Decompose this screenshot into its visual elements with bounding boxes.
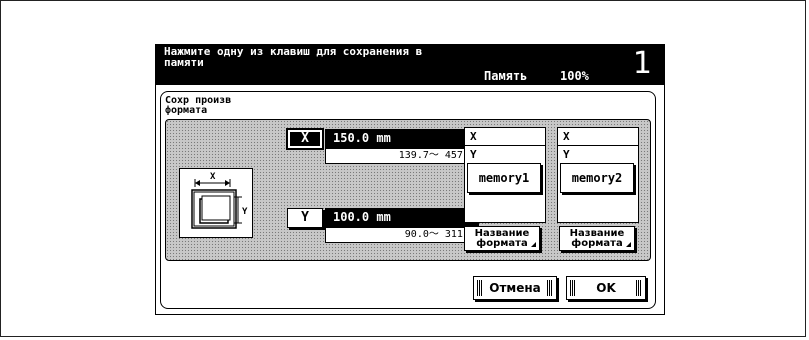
- custom-size-section: Сохр произв формата X Y X 150.0 mm 139.7…: [160, 91, 656, 309]
- memory2-button[interactable]: memory2: [560, 163, 634, 193]
- divider: [465, 145, 545, 146]
- x-value-display: 150.0 mm: [325, 129, 479, 148]
- message-header: Нажмите одну из клавиш для сохранения в …: [156, 45, 664, 85]
- paper-size-diagram-icon: X Y: [179, 168, 253, 238]
- memory-slot-1: X Y memory1: [464, 127, 546, 223]
- instruction-message: Нажмите одну из клавиш для сохранения в …: [164, 45, 423, 69]
- divider: [558, 145, 638, 146]
- section-title: Сохр произв формата: [165, 95, 232, 116]
- y-axis-button[interactable]: Y: [287, 208, 323, 228]
- diagram-x-label: X: [210, 172, 216, 182]
- x-range-display: 139.7～ 457.2: [325, 148, 479, 164]
- memory1-name-label: Название формата: [474, 228, 530, 249]
- memory-label: Память: [484, 69, 528, 83]
- y-value-display: 100.0 mm: [325, 208, 479, 227]
- y-range-display: 90.0～ 311.1: [325, 227, 479, 243]
- memory2-y-label: Y: [563, 148, 570, 161]
- memory-value: 100%: [560, 69, 589, 83]
- memory1-x-label: X: [470, 130, 477, 143]
- dialog-panel: Нажмите одну из клавиш для сохранения в …: [155, 44, 665, 315]
- copy-count: 1: [632, 46, 652, 81]
- memory2-name-label: Название формата: [569, 228, 625, 249]
- diagram-y-label: Y: [242, 207, 248, 217]
- corner-arrow-icon: [626, 242, 631, 247]
- memory2-name-button[interactable]: Название формата: [559, 226, 635, 251]
- button-grip-icon: [477, 280, 483, 296]
- ok-label: OK: [596, 281, 616, 295]
- cancel-button[interactable]: Отмена: [473, 276, 557, 300]
- memory2-x-label: X: [563, 130, 570, 143]
- ok-button[interactable]: OK: [566, 276, 646, 300]
- memory1-name-button[interactable]: Название формата: [464, 226, 540, 251]
- memory1-button[interactable]: memory1: [467, 163, 541, 193]
- button-grip-icon: [636, 280, 642, 296]
- x-axis-button[interactable]: X: [286, 128, 324, 150]
- cancel-label: Отмена: [489, 281, 541, 295]
- memory1-y-label: Y: [470, 148, 477, 161]
- corner-arrow-icon: [531, 242, 536, 247]
- settings-area: X Y X 150.0 mm 139.7～ 457.2 Y 100.0 mm 9…: [165, 119, 651, 261]
- button-grip-icon: [570, 280, 576, 296]
- memory-slot-2: X Y memory2: [557, 127, 639, 223]
- button-grip-icon: [547, 280, 553, 296]
